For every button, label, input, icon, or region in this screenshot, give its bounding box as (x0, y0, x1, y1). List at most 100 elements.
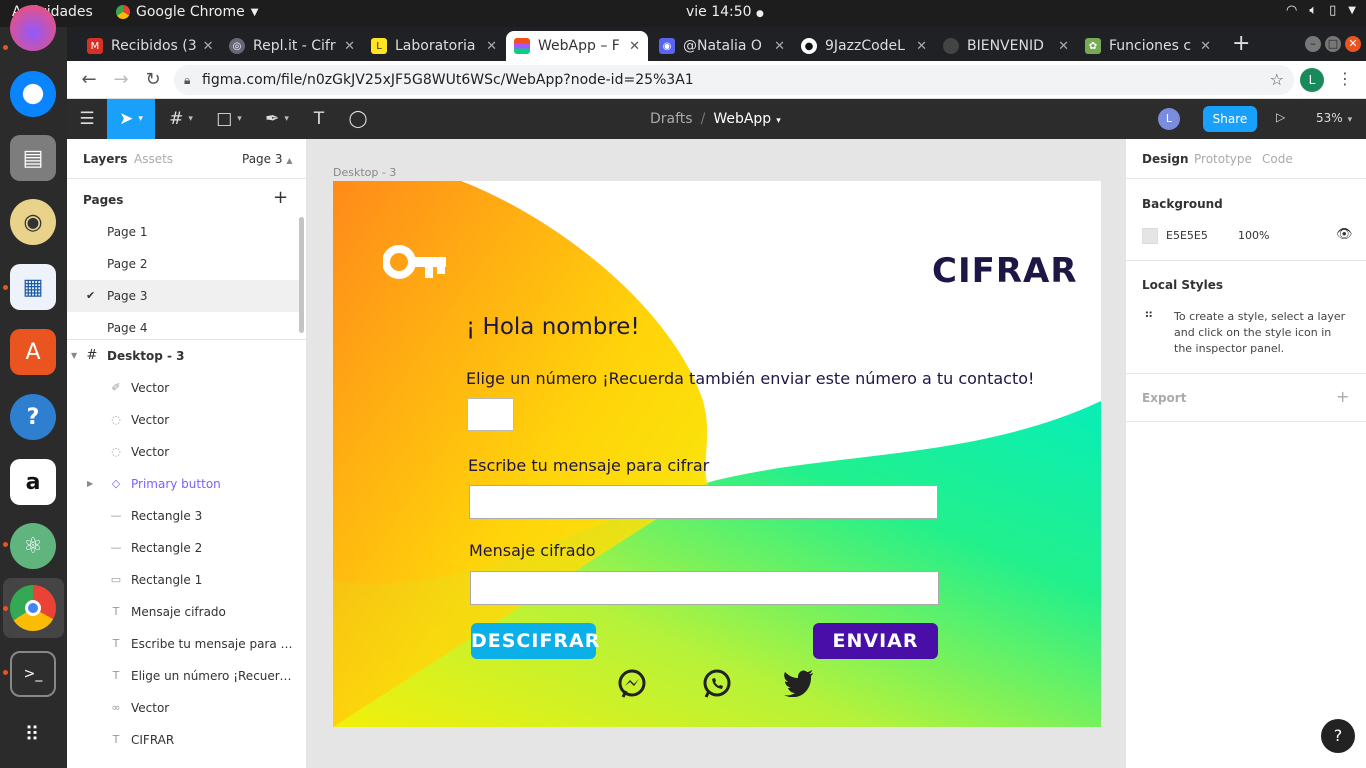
close-icon[interactable]: ✕ (768, 39, 785, 54)
zoom-dropdown[interactable]: 53% ▾ (1316, 111, 1352, 125)
breadcrumb-project[interactable]: Drafts (650, 111, 693, 127)
tab-webapp-figma[interactable]: WebApp – F ✕ (506, 31, 648, 61)
design-panel: Design Prototype Code Background E5E5E5 … (1125, 139, 1366, 768)
profile-avatar[interactable]: L (1300, 68, 1324, 92)
tab-replit[interactable]: ◎ Repl.it - Cifr ✕ (221, 31, 363, 61)
breadcrumb-file[interactable]: WebApp (713, 111, 771, 127)
layer-row[interactable]: ▼ # Desktop - 3 (67, 340, 306, 372)
maximize-icon[interactable]: □ (1325, 36, 1341, 52)
chevron-down-icon[interactable]: ▾ (776, 116, 781, 126)
firefox-icon[interactable] (10, 5, 56, 51)
page-item[interactable]: Page 1 (67, 216, 299, 248)
close-icon[interactable]: ✕ (197, 39, 214, 54)
bookmark-star-icon[interactable]: ☆ (1270, 65, 1284, 95)
kebab-menu-icon[interactable]: ⋮ (1337, 69, 1353, 88)
close-icon[interactable]: ✕ (338, 39, 355, 54)
canvas[interactable]: Desktop - 3 CIFRAR ¡ Hola nombre! Elige … (307, 139, 1125, 768)
page-dropdown[interactable]: Page 3 ▲ (242, 152, 292, 166)
tab-laboratoria[interactable]: L Laboratoria ✕ (363, 31, 505, 61)
move-tool[interactable]: ➤ ▾ (107, 99, 155, 139)
number-input[interactable] (467, 398, 514, 431)
close-icon[interactable]: ✕ (1194, 39, 1211, 54)
running-indicator (3, 606, 8, 611)
share-button[interactable]: Share (1203, 106, 1257, 132)
text-tool[interactable]: T (303, 99, 335, 139)
music-icon[interactable]: ◉ (10, 199, 56, 245)
encrypted-output[interactable] (470, 571, 939, 605)
tab-layers[interactable]: Layers (83, 152, 127, 166)
tab-bienvenido[interactable]: BIENVENID ✕ (935, 31, 1077, 61)
user-avatar[interactable]: L (1158, 108, 1180, 130)
comment-tool[interactable]: ◯ (341, 99, 375, 139)
add-page-icon[interactable]: + (273, 187, 288, 208)
layer-row[interactable]: ✐ Vector (67, 372, 306, 404)
frame-label[interactable]: Desktop - 3 (333, 166, 396, 179)
tab-assets[interactable]: Assets (134, 152, 173, 166)
layer-row[interactable]: ◌ Vector (67, 436, 306, 468)
frame-tool[interactable]: # ▾ (159, 99, 203, 139)
background-hex[interactable]: E5E5E5 (1166, 229, 1208, 242)
writer-icon[interactable]: ▦ (10, 264, 56, 310)
chrome-icon[interactable] (10, 585, 56, 631)
layer-row[interactable]: T Escribe tu mensaje para cifrar (67, 628, 306, 660)
amazon-icon[interactable]: a (10, 459, 56, 505)
background-color-swatch[interactable] (1142, 228, 1158, 244)
main-menu-icon[interactable]: ☰ (67, 99, 107, 139)
help-icon[interactable]: ? (10, 394, 56, 440)
system-tray[interactable]: ◠ 🔈︎ ▯ ▼ (1286, 3, 1356, 18)
tab-gmail[interactable]: M Recibidos (3 ✕ (79, 31, 221, 61)
page-item[interactable]: Page 2 (67, 248, 299, 280)
layer-row[interactable]: T Elige un número ¡Recuerda ta... (67, 660, 306, 692)
tab-github[interactable]: ● 9JazzCodeL ✕ (793, 31, 935, 61)
eye-icon[interactable]: 👁︎ (1336, 227, 1353, 242)
message-input[interactable] (469, 485, 938, 519)
tab-code[interactable]: Code (1262, 152, 1293, 166)
shape-tool[interactable]: □ ▾ (207, 99, 251, 139)
software-icon[interactable]: A (10, 329, 56, 375)
app-menu[interactable]: Google Chrome ▼ (116, 4, 258, 20)
reload-icon[interactable]: ↻ (142, 69, 164, 91)
whatsapp-icon[interactable] (702, 669, 732, 699)
pen-tool[interactable]: ✒ ▾ (255, 99, 299, 139)
pages-scrollbar[interactable] (299, 217, 304, 333)
back-icon[interactable]: ← (78, 69, 100, 91)
twitter-icon[interactable] (783, 669, 813, 699)
url-input[interactable]: 🔒︎ figma.com/file/n0zGkJV25xJF5G8WUt6WSc… (174, 65, 1294, 95)
page-item[interactable]: ✔ Page 3 (67, 280, 299, 312)
help-button[interactable]: ? (1321, 719, 1355, 753)
thunderbird-icon[interactable]: ✉ (10, 71, 56, 117)
layer-row[interactable]: ▭ Rectangle 1 (67, 564, 306, 596)
present-play-icon[interactable]: ▷ (1276, 110, 1285, 124)
layer-row[interactable]: — Rectangle 2 (67, 532, 306, 564)
descifrar-button[interactable]: DESCIFRAR (471, 623, 599, 659)
close-window-icon[interactable]: ✕ (1345, 36, 1361, 52)
forward-icon[interactable]: → (110, 69, 132, 91)
messenger-icon[interactable] (617, 669, 647, 699)
enviar-button[interactable]: ENVIAR (813, 623, 938, 659)
close-icon[interactable]: ✕ (1052, 39, 1069, 54)
clock[interactable]: vie 14:50 ● (686, 4, 764, 20)
close-icon[interactable]: ✕ (623, 39, 640, 54)
layer-row[interactable]: — Rectangle 3 (67, 500, 306, 532)
minimize-icon[interactable]: – (1305, 36, 1321, 52)
background-opacity[interactable]: 100% (1238, 229, 1269, 242)
tab-design[interactable]: Design (1142, 152, 1189, 166)
apps-grid-icon[interactable]: ⠿ (10, 711, 56, 757)
design-frame[interactable]: CIFRAR ¡ Hola nombre! Elige un número ¡R… (333, 181, 1101, 727)
layer-row[interactable]: ▶ ◇ Primary button (67, 468, 306, 500)
atom-icon[interactable]: ⚛ (10, 523, 56, 569)
layer-row[interactable]: T CIFRAR (67, 724, 306, 756)
layer-row[interactable]: ∞ Vector (67, 692, 306, 724)
new-tab-button[interactable]: + (1232, 31, 1250, 56)
layer-row[interactable]: T Mensaje cifrado (67, 596, 306, 628)
files-icon[interactable]: ▤ (10, 135, 56, 181)
background-heading: Background (1142, 197, 1223, 211)
add-export-icon[interactable]: + (1336, 387, 1349, 406)
terminal-icon[interactable]: >_ (10, 651, 56, 697)
tab-prototype[interactable]: Prototype (1194, 152, 1252, 166)
close-icon[interactable]: ✕ (480, 39, 497, 54)
tab-discord[interactable]: ◉ @Natalia O ✕ (651, 31, 793, 61)
tab-funciones[interactable]: ✿ Funciones c ✕ (1077, 31, 1219, 61)
close-icon[interactable]: ✕ (910, 39, 927, 54)
layer-row[interactable]: ◌ Vector (67, 404, 306, 436)
